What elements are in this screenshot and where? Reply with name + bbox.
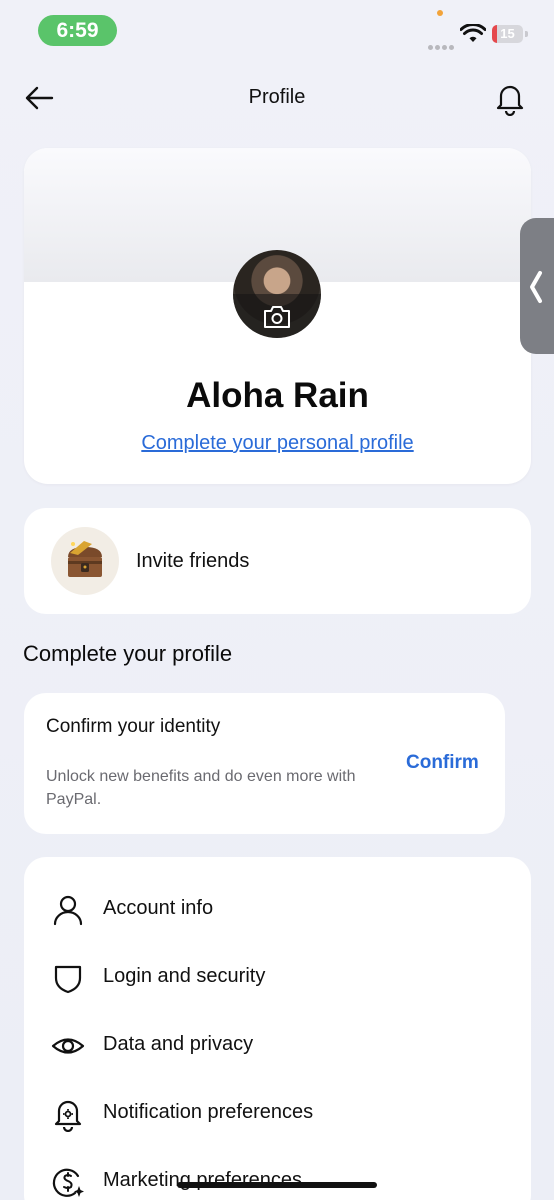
page-title: Profile [248,86,306,108]
camera-icon [264,306,290,328]
settings-item-label: Marketing preferences [103,1169,302,1191]
person-icon [53,895,83,926]
complete-personal-profile-link[interactable]: Complete your personal profile [24,432,531,455]
profile-name: Aloha Rain [186,376,369,415]
home-indicator[interactable] [177,1182,377,1188]
invite-friends-label: Invite friends [136,550,250,572]
status-time: 6:59 [38,15,117,46]
confirm-button[interactable]: Confirm [406,752,479,774]
avatar[interactable] [233,250,321,338]
dollar-sparkle-icon [52,1168,84,1197]
battery-icon: 15 [492,25,523,43]
settings-item-account-info[interactable]: Account info [24,878,531,938]
confirm-identity-description: Unlock new benefits and do even more wit… [46,768,356,808]
cellular-signal-icon [428,37,456,50]
battery-percent: 15 [500,26,515,41]
confirm-identity-title: Confirm your identity [46,716,221,737]
shield-icon [54,965,82,994]
profile-screen: 6:59 15 Profile Aloha Rain Complete your… [0,0,554,1200]
invite-friends-button[interactable]: Invite friends [24,508,531,614]
notifications-button[interactable] [492,80,528,117]
battery-tip [525,31,528,37]
wifi-icon [460,24,486,42]
settings-item-label: Notification preferences [103,1101,314,1123]
settings-item-label: Login and security [103,965,266,987]
settings-item-notification-preferences[interactable]: Notification preferences [24,1082,531,1142]
eye-icon [51,1038,85,1054]
profile-card: Aloha Rain Complete your personal profil… [24,148,531,484]
bell-gear-icon [54,1100,82,1132]
settings-item-login-security[interactable]: Login and security [24,946,531,1006]
settings-item-label: Data and privacy [103,1033,254,1055]
confirm-identity-card: Confirm your identity Unlock new benefit… [24,693,505,834]
status-bar: 6:59 15 [0,0,554,60]
settings-list: Account info Login and security Data and… [24,857,531,1200]
settings-item-data-privacy[interactable]: Data and privacy [24,1014,531,1074]
edge-panel-handle[interactable] [520,218,554,354]
bell-icon [496,85,524,117]
mic-indicator-dot [437,10,443,16]
settings-item-label: Account info [103,897,214,919]
chevron-left-icon [530,271,542,303]
complete-profile-heading: Complete your profile [23,641,233,666]
settings-item-marketing-preferences[interactable]: Marketing preferences [24,1150,531,1200]
treasure-chest-icon [51,527,119,595]
